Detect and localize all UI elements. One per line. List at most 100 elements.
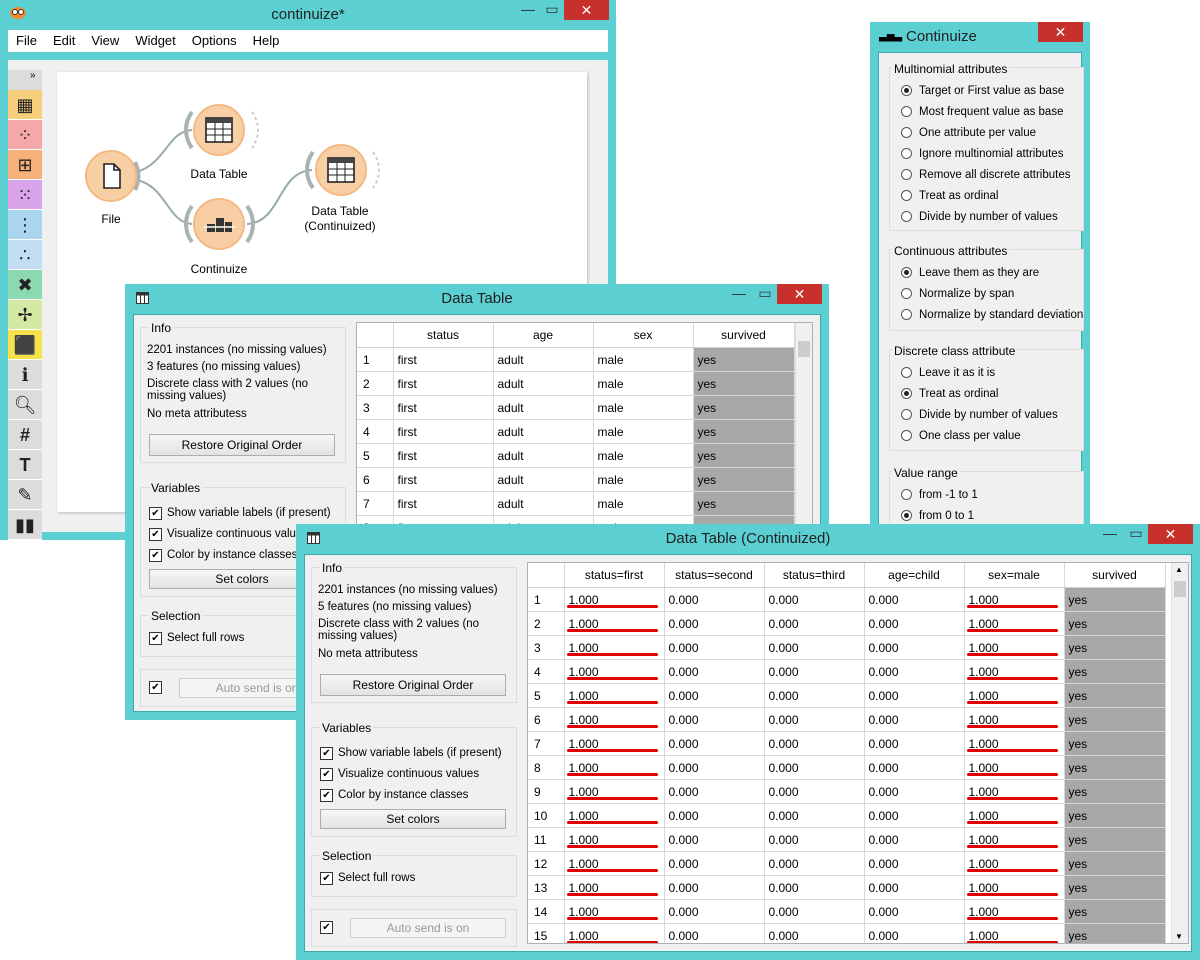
class-cell[interactable]: yes bbox=[693, 419, 795, 444]
select-full-rows-checkbox[interactable]: Select full rows bbox=[149, 632, 244, 645]
class-cell[interactable]: yes bbox=[1064, 587, 1166, 612]
table-cell[interactable]: 0.000 bbox=[764, 707, 865, 732]
category-evaluate-icon[interactable]: ⋮ bbox=[8, 210, 42, 240]
row-number[interactable]: 2 bbox=[528, 611, 565, 636]
table-cell[interactable]: 1.000 bbox=[964, 803, 1065, 828]
row-number[interactable]: 7 bbox=[357, 491, 394, 516]
table-cell[interactable]: 0.000 bbox=[864, 923, 965, 943]
table-cell[interactable]: 1.000 bbox=[564, 803, 665, 828]
table-cell[interactable]: first bbox=[393, 467, 494, 492]
column-header[interactable]: status bbox=[393, 323, 494, 348]
table-cell[interactable]: adult bbox=[493, 419, 594, 444]
table-cell[interactable]: first bbox=[393, 443, 494, 468]
table-cell[interactable]: 0.000 bbox=[664, 611, 765, 636]
minimize-button[interactable]: — bbox=[1097, 524, 1123, 544]
table-cell[interactable]: 0.000 bbox=[864, 827, 965, 852]
table-cell[interactable]: 0.000 bbox=[664, 731, 765, 756]
grid-icon[interactable]: # bbox=[8, 420, 42, 450]
table-row[interactable]: 3 first adult male yes bbox=[357, 395, 795, 420]
table-cell[interactable]: 1.000 bbox=[964, 755, 1065, 780]
continuize-node[interactable] bbox=[193, 198, 245, 250]
table-cell[interactable]: 0.000 bbox=[664, 635, 765, 660]
menu-help[interactable]: Help bbox=[245, 30, 288, 51]
row-number[interactable]: 6 bbox=[357, 467, 394, 492]
row-number[interactable]: 13 bbox=[528, 875, 565, 900]
table-cell[interactable]: first bbox=[393, 371, 494, 396]
table-row[interactable]: 1 first adult male yes bbox=[357, 347, 795, 372]
row-number[interactable]: 12 bbox=[528, 851, 565, 876]
menu-file[interactable]: File bbox=[8, 30, 45, 51]
table-cell[interactable]: first bbox=[393, 395, 494, 420]
table-cell[interactable]: 0.000 bbox=[764, 635, 865, 660]
radio-class-divide[interactable]: Divide by number of values bbox=[901, 409, 1058, 421]
close-button[interactable]: ✕ bbox=[1038, 22, 1083, 42]
table-cell[interactable]: male bbox=[593, 491, 694, 516]
class-cell[interactable]: yes bbox=[1064, 683, 1166, 708]
maximize-button[interactable]: ▭ bbox=[539, 0, 565, 20]
radio-divide-values[interactable]: Divide by number of values bbox=[901, 211, 1058, 223]
row-number[interactable]: 9 bbox=[528, 779, 565, 804]
class-cell[interactable]: yes bbox=[1064, 635, 1166, 660]
table-cell[interactable]: 0.000 bbox=[764, 611, 865, 636]
table-row[interactable]: 10 1.000 0.000 0.000 0.000 1.000 yes bbox=[528, 803, 1166, 828]
menu-edit[interactable]: Edit bbox=[45, 30, 83, 51]
column-header[interactable]: status=second bbox=[664, 563, 765, 588]
scroll-thumb[interactable] bbox=[1174, 581, 1186, 597]
table-cell[interactable]: 0.000 bbox=[864, 779, 965, 804]
table-cell[interactable]: 0.000 bbox=[764, 827, 865, 852]
table-cell[interactable]: 0.000 bbox=[764, 587, 865, 612]
column-header[interactable]: sex=male bbox=[964, 563, 1065, 588]
table-cell[interactable]: 1.000 bbox=[564, 707, 665, 732]
table-cell[interactable]: 0.000 bbox=[664, 803, 765, 828]
row-number[interactable]: 14 bbox=[528, 899, 565, 924]
class-cell[interactable]: yes bbox=[1064, 611, 1166, 636]
table-cell[interactable]: 0.000 bbox=[864, 707, 965, 732]
table-cell[interactable]: 1.000 bbox=[964, 923, 1065, 943]
category-network-icon[interactable]: ✖ bbox=[8, 270, 42, 300]
table-cell[interactable]: 1.000 bbox=[964, 731, 1065, 756]
table-cell[interactable]: 0.000 bbox=[664, 587, 765, 612]
table-cell[interactable]: adult bbox=[493, 347, 594, 372]
table-cell[interactable]: male bbox=[593, 395, 694, 420]
class-cell[interactable]: yes bbox=[1064, 731, 1166, 756]
table-cell[interactable]: 1.000 bbox=[564, 731, 665, 756]
table-cell[interactable]: first bbox=[393, 491, 494, 516]
table-cell[interactable]: 0.000 bbox=[664, 827, 765, 852]
table-cell[interactable]: 0.000 bbox=[864, 851, 965, 876]
table-cell[interactable]: male bbox=[593, 467, 694, 492]
class-cell[interactable]: yes bbox=[1064, 803, 1166, 828]
category-data-icon[interactable]: ▦ bbox=[8, 90, 42, 120]
table-cell[interactable]: 1.000 bbox=[964, 851, 1065, 876]
table-cell[interactable]: 1.000 bbox=[564, 851, 665, 876]
table-cell[interactable]: first bbox=[393, 419, 494, 444]
table-cell[interactable]: male bbox=[593, 371, 694, 396]
column-header[interactable]: survived bbox=[693, 323, 795, 348]
maximize-button[interactable]: ▭ bbox=[752, 284, 778, 304]
row-number[interactable]: 4 bbox=[528, 659, 565, 684]
table-cell[interactable]: 0.000 bbox=[664, 923, 765, 943]
table-cell[interactable]: male bbox=[593, 419, 694, 444]
category-regression-icon[interactable]: ⁙ bbox=[8, 180, 42, 210]
table-row[interactable]: 4 first adult male yes bbox=[357, 419, 795, 444]
table-cell[interactable]: 1.000 bbox=[564, 875, 665, 900]
table-cell[interactable]: 0.000 bbox=[764, 683, 865, 708]
set-colors-button[interactable]: Set colors bbox=[320, 809, 506, 829]
table-cell[interactable]: 0.000 bbox=[664, 755, 765, 780]
table-row[interactable]: 3 1.000 0.000 0.000 0.000 1.000 yes bbox=[528, 635, 1166, 660]
toolbox-expand-icon[interactable]: » bbox=[30, 70, 36, 81]
pause-icon[interactable]: ▮▮ bbox=[8, 510, 42, 540]
table-cell[interactable]: 0.000 bbox=[864, 875, 965, 900]
menu-options[interactable]: Options bbox=[184, 30, 245, 51]
row-number[interactable]: 2 bbox=[357, 371, 394, 396]
corner-cell[interactable] bbox=[528, 563, 565, 588]
table-row[interactable]: 9 1.000 0.000 0.000 0.000 1.000 yes bbox=[528, 779, 1166, 804]
category-classify-icon[interactable]: ⊞ bbox=[8, 150, 42, 180]
table-cell[interactable]: male bbox=[593, 443, 694, 468]
close-button[interactable]: ✕ bbox=[1148, 524, 1193, 544]
table-cell[interactable]: 1.000 bbox=[964, 707, 1065, 732]
class-cell[interactable]: yes bbox=[1064, 659, 1166, 684]
table-cell[interactable]: 0.000 bbox=[664, 875, 765, 900]
select-full-rows-checkbox[interactable]: Select full rows bbox=[320, 872, 415, 885]
radio-treat-ordinal[interactable]: Treat as ordinal bbox=[901, 190, 998, 202]
table-cell[interactable]: 0.000 bbox=[664, 851, 765, 876]
